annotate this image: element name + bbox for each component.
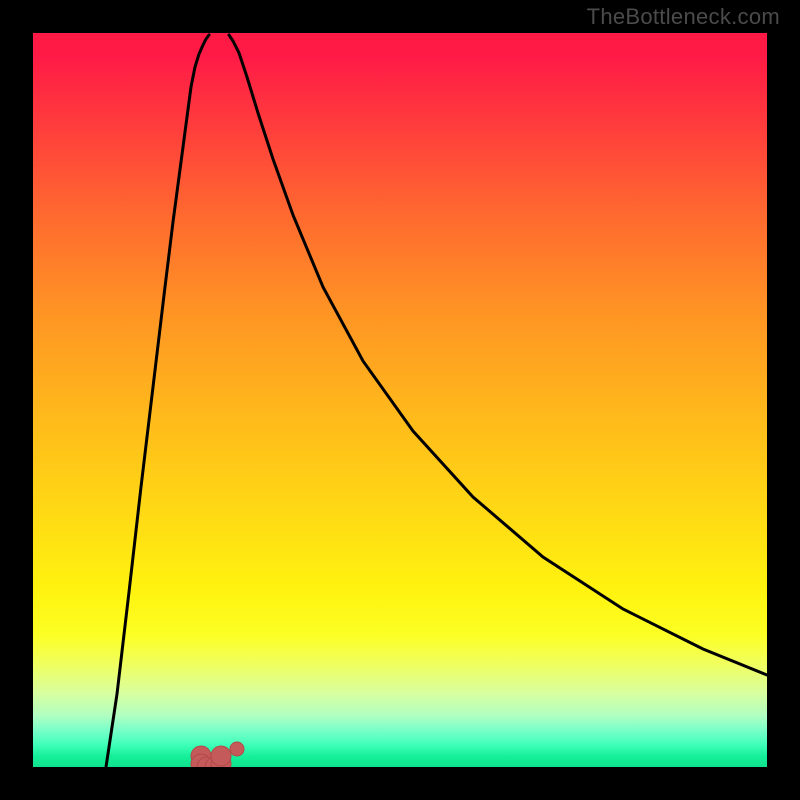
- curve-layer: [33, 33, 767, 767]
- curve-left-branch: [106, 35, 209, 767]
- valley-markers: [191, 742, 244, 767]
- watermark-text: TheBottleneck.com: [587, 4, 780, 30]
- chart-frame: TheBottleneck.com: [0, 0, 800, 800]
- valley-marker-dot: [211, 746, 231, 766]
- plot-area: [33, 33, 767, 767]
- curve-right-branch: [229, 35, 767, 675]
- valley-marker-dot: [230, 742, 244, 756]
